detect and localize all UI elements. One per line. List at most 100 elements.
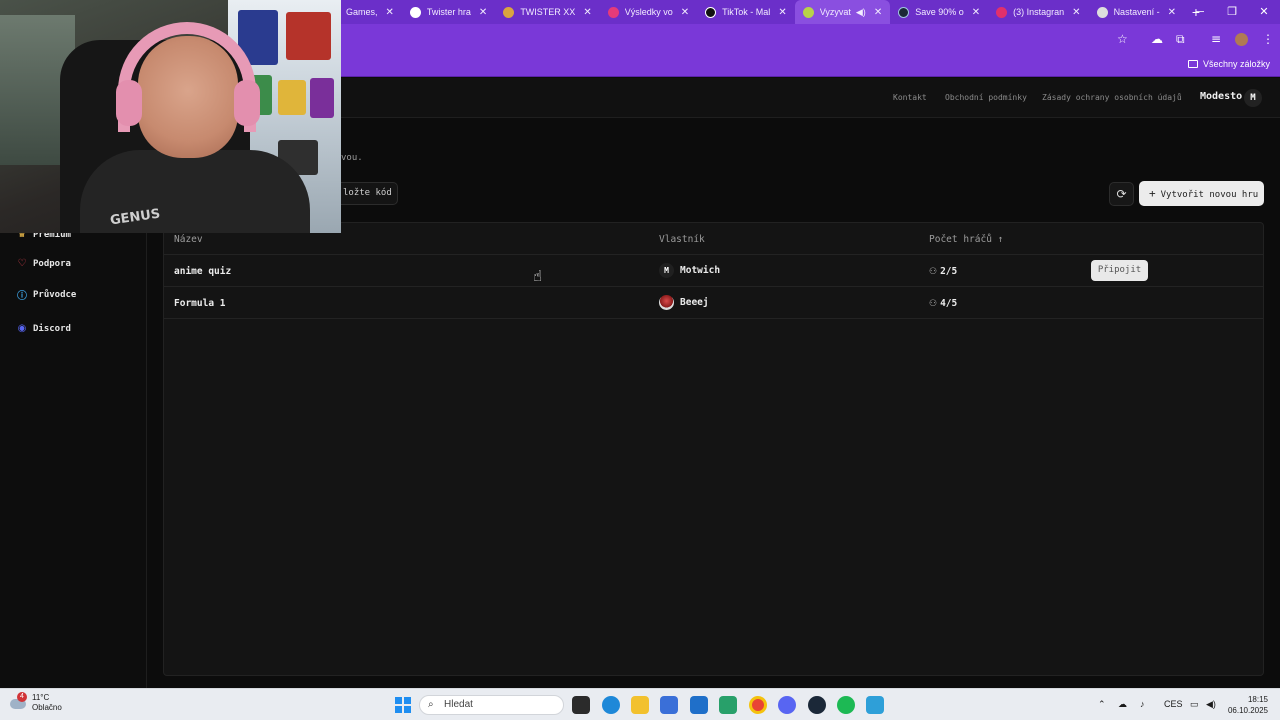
store-icon[interactable] — [660, 696, 678, 714]
search-placeholder: Hledat — [444, 699, 473, 710]
close-tab-icon[interactable]: ✕ — [1168, 7, 1176, 18]
system-clock[interactable]: 18:15 06.10.2025 — [1226, 694, 1268, 716]
extensions-icon[interactable]: ⧉ — [1176, 32, 1185, 47]
browser-tab-twister-xx[interactable]: TWISTER XX ✕ — [495, 0, 599, 24]
close-tab-icon[interactable]: ✕ — [386, 7, 394, 18]
browser-tab-steam[interactable]: Save 90% o ✕ — [890, 0, 988, 24]
outlook-icon[interactable] — [690, 696, 708, 714]
column-header-owner[interactable]: Vlastník — [659, 234, 705, 245]
join-button[interactable]: Připojit — [1091, 260, 1148, 281]
browser-tab-games[interactable]: Games, ✕ — [338, 0, 402, 24]
app-icon[interactable] — [719, 696, 737, 714]
star-icon[interactable]: ☆ — [1117, 32, 1128, 46]
mouse-pointer-icon: ☝ — [533, 267, 543, 285]
browser-tab-vysledky[interactable]: Výsledky vo ✕ — [600, 0, 697, 24]
player-count: ⚇ 4/5 — [929, 298, 957, 309]
browser-tab-vyzyvat[interactable]: Vyzyvat ◀) ✕ — [794, 0, 891, 24]
create-game-button[interactable]: + Vytvořit novou hru — [1139, 181, 1264, 206]
tab-title: Nastavení - — [1113, 7, 1160, 17]
terms-link[interactable]: Obchodní podmínky — [945, 93, 1027, 102]
microphone-icon[interactable]: ♪ — [1140, 699, 1145, 709]
close-tab-icon[interactable]: ✕ — [1072, 7, 1080, 18]
player-count-value: 2/5 — [940, 266, 958, 277]
vyzyvat-favicon-icon — [802, 6, 814, 18]
spotify-icon[interactable] — [837, 696, 855, 714]
privacy-link[interactable]: Zásady ochrany osobních údajů — [1042, 93, 1182, 102]
tab-title: Save 90% o — [915, 7, 964, 17]
all-bookmarks-label: Všechny záložky — [1202, 59, 1270, 69]
browser-tab-settings[interactable]: Nastavení - ✕ — [1089, 0, 1184, 24]
sidebar-item-podpora[interactable]: ♡ Podpora — [16, 258, 71, 269]
close-tab-icon[interactable]: ✕ — [874, 7, 882, 18]
column-header-name[interactable]: Název — [174, 234, 203, 245]
games-table: Název Vlastník Počet hráčů ↑ anime quiz … — [163, 222, 1264, 676]
cloud-tray-icon[interactable]: ☁ — [1118, 699, 1127, 710]
table-row[interactable]: anime quiz M Motwich ⚇ 2/5 Připojit — [164, 255, 1263, 287]
close-tab-icon[interactable]: ✕ — [778, 7, 786, 18]
steam-favicon-icon — [898, 6, 910, 18]
browser-tab-twister[interactable]: Twister hra ✕ — [402, 0, 495, 24]
owner-name: Motwich — [680, 265, 721, 276]
media-controls-icon[interactable]: ≡ — [1211, 32, 1221, 46]
start-button[interactable] — [395, 697, 411, 713]
discord-taskbar-icon[interactable] — [778, 696, 796, 714]
close-tab-icon[interactable]: ✕ — [972, 7, 980, 18]
task-view-icon[interactable] — [572, 696, 590, 714]
tab-title: Twister hra — [426, 7, 471, 17]
user-name[interactable]: Modesto — [1200, 91, 1242, 102]
help-icon: ⓘ — [17, 291, 27, 302]
close-tab-icon[interactable]: ✕ — [479, 7, 487, 18]
tab-title: Games, — [346, 7, 378, 17]
browser-tab-instagram[interactable]: (3) Instagran ✕ — [988, 0, 1088, 24]
plus-icon: + — [1149, 187, 1156, 200]
close-tab-icon[interactable]: ✕ — [583, 7, 591, 18]
contact-link[interactable]: Kontakt — [893, 93, 927, 102]
player-count-value: 4/5 — [940, 298, 958, 309]
tab-title: Výsledky vo — [624, 7, 673, 17]
twister-xx-favicon-icon — [503, 6, 515, 18]
column-header-players[interactable]: Počet hráčů ↑ — [929, 234, 1003, 245]
browser-tab-tiktok[interactable]: TikTok - Mal ✕ — [697, 0, 795, 24]
chrome-icon[interactable] — [749, 696, 767, 714]
table-row[interactable]: Formula 1 Beeej ⚇ 4/5 — [164, 287, 1263, 319]
all-bookmarks-button[interactable]: Všechny záložky — [1187, 59, 1270, 69]
sidebar-item-label: Discord — [33, 323, 71, 334]
discord-icon: ◉ — [17, 323, 27, 334]
users-icon: ⚇ — [929, 266, 938, 277]
volume-icon[interactable]: ◀) — [1206, 699, 1216, 710]
owner-avatar: M — [659, 263, 674, 278]
edge-icon[interactable] — [602, 696, 620, 714]
users-icon: ⚇ — [929, 298, 938, 309]
user-avatar[interactable]: M — [1244, 89, 1262, 107]
minimize-icon[interactable]: ─ — [1184, 0, 1216, 24]
notepad-icon[interactable] — [866, 696, 884, 714]
close-tab-icon[interactable]: ✕ — [681, 7, 689, 18]
input-language[interactable]: CES — [1164, 699, 1183, 709]
speaker-icon[interactable]: ◀) — [856, 7, 866, 18]
notification-badge: 4 — [17, 692, 27, 702]
taskbar-search[interactable]: ⌕ Hledat — [419, 695, 564, 715]
owner-avatar — [659, 295, 674, 310]
weather-condition: Oblačno — [32, 703, 62, 712]
close-window-icon[interactable]: ✕ — [1248, 0, 1280, 24]
windows-taskbar: 4 11°C Oblačno ⌕ Hledat ⌃ ☁ ♪ CES ▭ ◀) 1… — [0, 688, 1280, 720]
sidebar-item-discord[interactable]: ◉ Discord — [16, 323, 71, 334]
steam-icon[interactable] — [808, 696, 826, 714]
window-controls: ─ ❐ ✕ — [1184, 0, 1280, 24]
page-subtitle: vou. — [341, 153, 363, 163]
clock-date: 06.10.2025 — [1227, 706, 1268, 715]
sidebar-item-pruvodce[interactable]: ⓘ Průvodce — [16, 287, 76, 303]
refresh-button[interactable]: ⟳ — [1109, 182, 1134, 206]
display-icon[interactable]: ▭ — [1190, 699, 1199, 710]
weather-widget[interactable]: 4 11°C Oblačno — [10, 692, 62, 713]
extension-cloud-icon[interactable]: ☁ — [1151, 32, 1163, 46]
tray-overflow-icon[interactable]: ⌃ — [1098, 699, 1106, 710]
more-menu-icon[interactable]: ⋮ — [1262, 32, 1274, 46]
maximize-icon[interactable]: ❐ — [1216, 0, 1248, 24]
profile-avatar-icon[interactable] — [1235, 33, 1248, 46]
file-explorer-icon[interactable] — [631, 696, 649, 714]
game-owner: Beeej — [659, 295, 709, 310]
clock-time: 18:15 — [1247, 695, 1268, 704]
tab-title: TikTok - Mal — [722, 7, 771, 17]
results-favicon-icon — [607, 6, 619, 18]
